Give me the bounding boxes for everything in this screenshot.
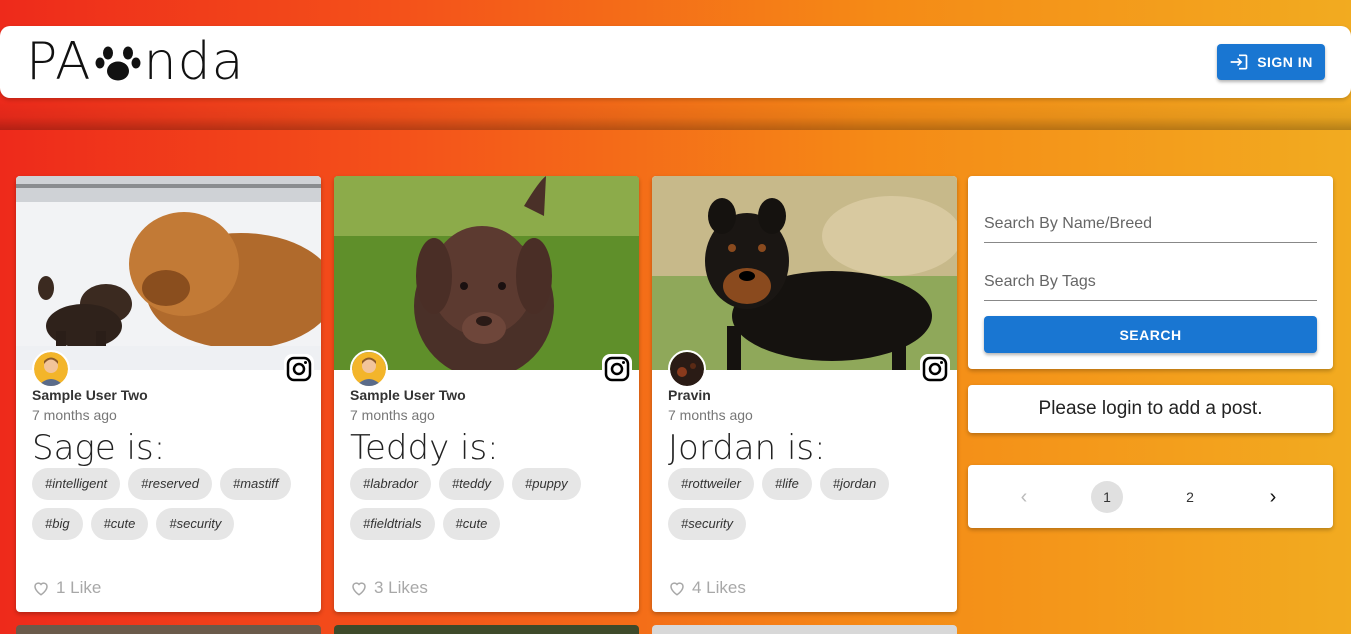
tag-list: #labrador #teddy #puppy #fieldtrials #cu… (350, 468, 630, 540)
prev-page-button[interactable]: ‹ (1008, 481, 1040, 513)
tag-chip[interactable]: #intelligent (32, 468, 121, 500)
avatar[interactable] (668, 350, 706, 388)
logo-text-left: PA (26, 32, 92, 92)
tag-chip[interactable]: #cute (90, 508, 149, 540)
tag-chip[interactable]: #reserved (128, 468, 212, 500)
post-image[interactable] (334, 176, 639, 370)
post-image[interactable] (652, 176, 957, 370)
page-button-2[interactable]: 2 (1174, 481, 1206, 513)
post-card[interactable]: Pravin 7 months ago Jordan is: #rottweil… (652, 176, 957, 612)
like-count: 4 Likes (692, 578, 746, 597)
tag-chip[interactable]: #rottweiler (668, 468, 754, 500)
tag-chip[interactable]: #mastiff (219, 468, 292, 500)
post-card[interactable]: Sample User Two 7 months ago Sage is: #i… (16, 176, 321, 612)
sign-in-button[interactable]: SIGN IN (1217, 44, 1325, 80)
tag-chip[interactable]: #life (761, 468, 812, 500)
post-time: 7 months ago (668, 407, 753, 423)
like-button[interactable]: 3 Likes (350, 578, 428, 598)
like-button[interactable]: 4 Likes (668, 578, 746, 598)
tag-chip[interactable]: #jordan (819, 468, 890, 500)
instagram-icon[interactable] (602, 354, 632, 384)
tag-list: #rottweiler #life #jordan #security (668, 468, 948, 540)
post-author: Sample User Two (32, 387, 148, 403)
instagram-icon[interactable] (920, 354, 950, 384)
post-title: Sage is: (32, 428, 166, 468)
logo-text-right: nda (143, 32, 245, 92)
logo[interactable]: PA nda (26, 32, 245, 92)
pagination: ‹ 1 2 › (1008, 481, 1289, 513)
tag-chip[interactable]: #fieldtrials (350, 508, 435, 540)
login-prompt: Please login to add a post. (1038, 398, 1263, 419)
like-button[interactable]: 1 Like (32, 578, 101, 598)
next-page-button[interactable]: › (1257, 481, 1289, 513)
post-author: Sample User Two (350, 387, 466, 403)
login-icon (1230, 54, 1248, 70)
pagination-panel: ‹ 1 2 › (968, 465, 1333, 528)
instagram-icon[interactable] (284, 354, 314, 384)
paw-icon (95, 46, 141, 81)
like-count: 1 Like (56, 578, 102, 597)
post-time: 7 months ago (32, 407, 117, 423)
post-card-partial[interactable] (334, 625, 639, 634)
post-time: 7 months ago (350, 407, 435, 423)
search-button[interactable]: SEARCH (984, 316, 1317, 353)
tag-chip[interactable]: #security (156, 508, 235, 540)
app-bar-shadow (0, 98, 1351, 130)
post-title: Jordan is: (668, 428, 826, 468)
tag-chip[interactable]: #teddy (438, 468, 504, 500)
post-card-partial[interactable] (652, 625, 957, 634)
tag-list: #intelligent #reserved #mastiff #big #cu… (32, 468, 312, 540)
post-card[interactable]: Sample User Two 7 months ago Teddy is: #… (334, 176, 639, 612)
sign-in-label: SIGN IN (1257, 54, 1313, 70)
post-card-partial[interactable] (16, 625, 321, 634)
search-panel: SEARCH (968, 176, 1333, 369)
tag-chip[interactable]: #big (32, 508, 83, 540)
heart-icon (670, 582, 684, 596)
post-title: Teddy is: (350, 428, 499, 468)
login-prompt-panel: Please login to add a post. (968, 385, 1333, 433)
like-count: 3 Likes (374, 578, 428, 597)
heart-icon (34, 582, 48, 596)
post-author: Pravin (668, 387, 711, 403)
avatar[interactable] (350, 350, 388, 388)
avatar[interactable] (32, 350, 70, 388)
page-button-1[interactable]: 1 (1091, 481, 1123, 513)
tag-chip[interactable]: #security (668, 508, 747, 540)
post-image[interactable] (16, 176, 321, 370)
tag-chip[interactable]: #cute (442, 508, 501, 540)
search-tags-input[interactable] (984, 263, 1317, 301)
search-name-input[interactable] (984, 205, 1317, 243)
tag-chip[interactable]: #puppy (511, 468, 581, 500)
tag-chip[interactable]: #labrador (350, 468, 431, 500)
heart-icon (352, 582, 366, 596)
